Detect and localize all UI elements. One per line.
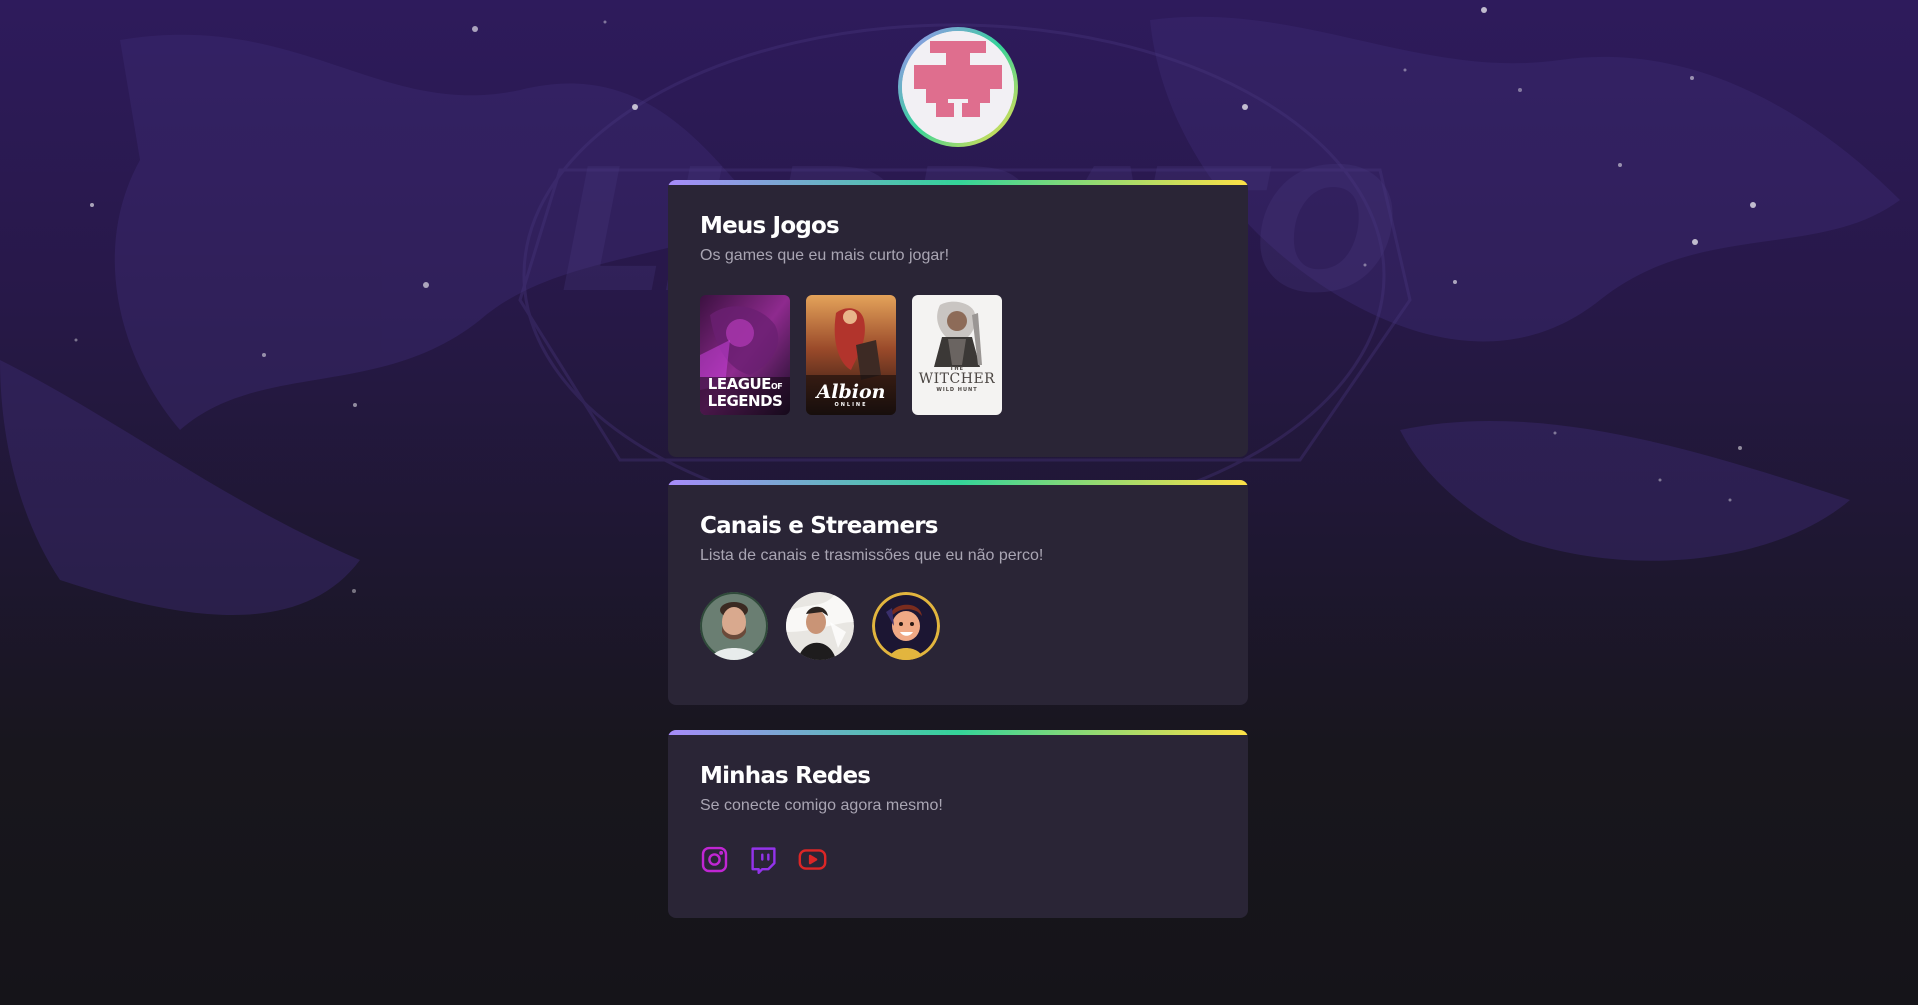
streamers-card-subtitle: Lista de canais e trasmissões que eu não…	[700, 547, 1044, 564]
albion-sublabel: ONLINE	[834, 402, 868, 408]
streamer-avatar-1[interactable]	[700, 592, 768, 660]
lol-label-of: OF	[770, 382, 783, 391]
game-the-witcher-3[interactable]: THE WITCHER WILD HUNT	[912, 295, 1002, 415]
instagram-link[interactable]	[700, 845, 729, 874]
socials-list	[700, 845, 827, 874]
streamer-avatar-2[interactable]	[786, 592, 854, 660]
profile-avatar	[898, 27, 1018, 147]
witcher-sublabel: WILD HUNT	[936, 387, 978, 393]
games-card: Meus Jogos Os games que eu mais curto jo…	[668, 180, 1248, 457]
lol-label-line1: LEAGUE	[707, 375, 772, 393]
twitch-icon	[751, 847, 776, 874]
pixel-invader-avatar-icon	[902, 31, 1014, 143]
games-card-subtitle: Os games que eu mais curto jogar!	[700, 247, 950, 264]
game-league-of-legends[interactable]: LEAGUEOF LEGENDS	[700, 295, 790, 415]
games-card-title: Meus Jogos	[700, 213, 840, 239]
witcher-label: WITCHER	[918, 371, 996, 387]
streamer-photo-3	[872, 592, 940, 660]
youtube-link[interactable]	[798, 845, 827, 874]
twitch-link[interactable]	[749, 845, 778, 874]
streamers-card-title: Canais e Streamers	[700, 513, 939, 539]
game-albion-online[interactable]: Albion ONLINE	[806, 295, 896, 415]
witcher-3-cover	[912, 295, 1002, 415]
streamer-avatar-3[interactable]	[872, 592, 940, 660]
streamer-photo-2	[786, 592, 854, 660]
socials-card: Minhas Redes Se conecte comigo agora mes…	[668, 730, 1248, 918]
socials-card-title: Minhas Redes	[700, 763, 871, 789]
games-list: LEAGUEOF LEGENDS Albion ONLINE THE WITCH…	[700, 295, 1002, 415]
streamer-photo-1	[700, 592, 768, 660]
streamers-list	[700, 592, 940, 660]
instagram-icon	[701, 846, 728, 873]
streamers-card: Canais e Streamers Lista de canais e tra…	[668, 480, 1248, 705]
socials-card-subtitle: Se conecte comigo agora mesmo!	[700, 797, 943, 814]
lol-label-line2: LEGENDS	[707, 392, 783, 410]
albion-label: Albion	[816, 381, 886, 403]
youtube-icon	[798, 849, 827, 870]
